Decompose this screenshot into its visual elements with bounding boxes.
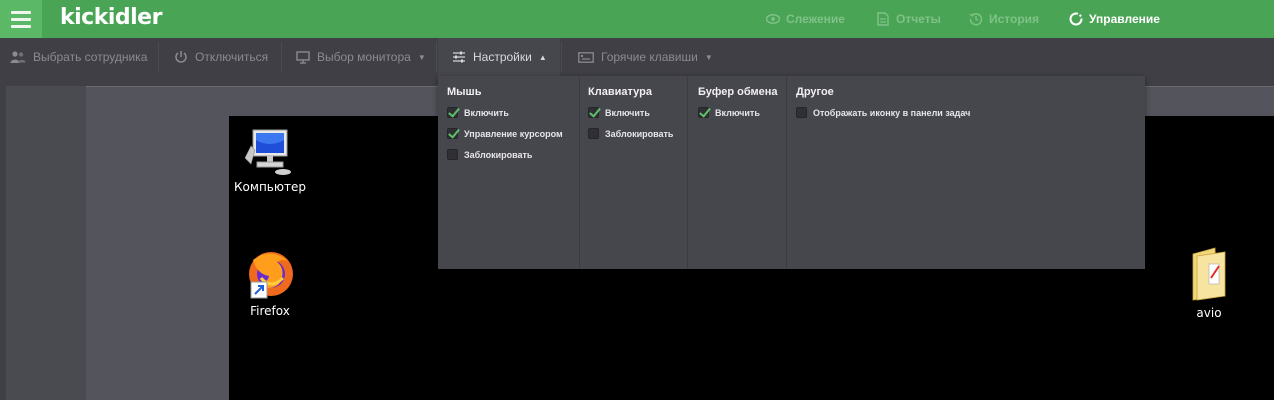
settings-dropdown-button[interactable]: Настройки ▲ [438,38,560,76]
caret-down-icon: ▼ [417,52,426,62]
hotkeys-label: Горячие клавиши [601,50,698,64]
option-label: Включить [464,107,509,118]
nav-reports[interactable]: Отчеты [876,0,941,38]
settings-group-title: Клавиатура [588,86,652,98]
desktop-icon-label: Компьютер [234,180,306,194]
toolbar-divider [158,42,159,72]
disconnect-label: Отключиться [195,50,269,64]
sliders-icon [453,51,465,63]
hotkeys-dropdown[interactable]: Горячие клавиши ▼ [578,38,713,76]
taskbar-icon-option[interactable]: Отображать иконку в панели задач [796,107,970,118]
mouse-cursor-control-checkbox[interactable] [447,128,458,139]
keyboard-block-option[interactable]: Заблокировать [588,128,673,139]
caret-up-icon: ▲ [538,52,547,62]
toolbar-divider [561,42,562,72]
top-header: kickidler Слежение Отчеты История Управл… [0,0,1274,38]
settings-group-title: Буфер обмена [698,86,778,98]
keyboard-enable-checkbox[interactable] [588,107,599,118]
document-icon [877,12,889,26]
monitor-icon [296,50,310,64]
option-label: Отображать иконку в панели задач [813,107,971,118]
eye-icon [766,14,780,24]
power-icon [175,51,187,63]
nav-reports-label: Отчеты [896,12,941,26]
app-logo: kickidler [60,5,162,30]
taskbar-icon-checkbox[interactable] [796,107,807,118]
firefox-icon [249,252,293,299]
option-label: Заблокировать [464,149,533,160]
settings-group-clipboard: Буфер обмена Включить [688,76,786,269]
option-label: Управление курсором [464,128,563,139]
select-employee-label: Выбрать сотрудника [33,50,148,64]
settings-group-mouse: Мышь Включить Управление курсором Заблок… [438,76,578,269]
caret-down-icon: ▼ [704,52,713,62]
users-icon [10,51,26,63]
hamburger-icon [11,10,31,14]
hamburger-icon-line [11,17,31,21]
mouse-block-option[interactable]: Заблокировать [447,149,532,160]
settings-dropdown-panel: Мышь Включить Управление курсором Заблок… [438,76,1145,269]
toolbar-divider [281,42,282,72]
control-icon [1069,12,1083,26]
toolbar-divider [436,42,437,72]
nav-tracking-label: Слежение [786,12,845,26]
settings-group-title: Другое [796,86,834,98]
select-employee-button[interactable]: Выбрать сотрудника [10,38,147,76]
keyboard-icon [578,51,594,63]
settings-label: Настройки [473,50,532,64]
keyboard-block-checkbox[interactable] [588,128,599,139]
desktop-icon-label: Firefox [250,304,290,318]
option-label: Включить [605,107,650,118]
clipboard-enable-option[interactable]: Включить [698,107,760,118]
mouse-cursor-control-option[interactable]: Управление курсором [447,128,563,139]
nav-control[interactable]: Управление [1069,0,1160,38]
option-label: Заблокировать [605,128,674,139]
nav-tracking[interactable]: Слежение [766,0,845,38]
clipboard-enable-checkbox[interactable] [698,107,709,118]
remote-view-margin [6,86,86,400]
computer-icon [244,129,291,175]
desktop-icon-firefox[interactable]: Firefox [235,248,305,318]
desktop-icon-avio[interactable]: avio [1179,246,1239,320]
desktop-icon-label: avio [1196,306,1222,320]
mouse-block-checkbox[interactable] [447,149,458,160]
remote-toolbar: Выбрать сотрудника Отключиться Выбор мон… [0,38,1274,76]
disconnect-button[interactable]: Отключиться [174,38,268,76]
monitor-select-dropdown[interactable]: Выбор монитора ▼ [296,38,426,76]
settings-group-title: Мышь [447,86,482,98]
hamburger-icon-line [11,24,31,28]
keyboard-enable-option[interactable]: Включить [588,107,650,118]
nav-history-label: История [989,12,1040,26]
settings-group-other: Другое Отображать иконку в панели задач [787,76,1145,269]
mouse-enable-checkbox[interactable] [447,107,458,118]
settings-group-keyboard: Клавиатура Включить Заблокировать [580,76,686,269]
nav-history[interactable]: История [969,0,1039,38]
history-icon [969,13,983,26]
folder-icon [1192,247,1226,301]
nav-control-label: Управление [1089,12,1160,26]
mouse-enable-option[interactable]: Включить [447,107,509,118]
hamburger-menu-button[interactable] [0,0,42,38]
desktop-icon-computer[interactable]: Компьютер [234,128,306,194]
option-label: Включить [715,107,760,118]
monitor-select-label: Выбор монитора [317,50,411,64]
